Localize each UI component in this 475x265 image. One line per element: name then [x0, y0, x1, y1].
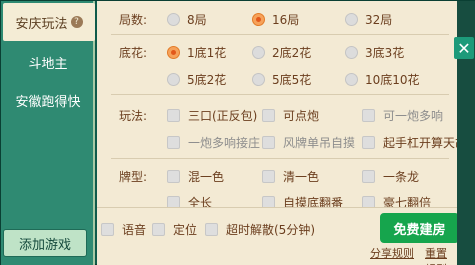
location-toggle[interactable]: 定位 — [152, 221, 197, 238]
base-option-10[interactable]: 10底10花 — [345, 71, 420, 88]
base-option-label: 10底10花 — [365, 73, 420, 87]
hand-option-label: 混一色 — [188, 170, 225, 184]
reset-rules-link[interactable]: 重置规则 — [425, 245, 457, 265]
radio-icon — [167, 73, 180, 86]
divider — [111, 94, 449, 95]
round-option-label: 8局 — [187, 13, 207, 27]
share-rules-link[interactable]: 分享规则 — [370, 245, 414, 261]
base-option-2[interactable]: 2底2花 — [252, 44, 311, 61]
rule-option-tianhu[interactable]: 起手杠开算天胡 — [362, 134, 457, 151]
rule-option-label: 可点炮 — [283, 109, 320, 123]
rule-option-label: 风牌单吊自摸 — [283, 136, 356, 150]
radio-icon — [167, 13, 180, 26]
settings-panel: 局数: 8局 16局 32局 底花: 1底1花 2底2花 3底3花 5底2花 5… — [97, 1, 457, 265]
radio-icon — [345, 13, 358, 26]
base-label: 底花: — [119, 46, 148, 60]
radio-icon — [345, 73, 358, 86]
help-icon[interactable]: ? — [70, 16, 83, 28]
radio-icon — [252, 73, 265, 86]
radio-selected-icon — [167, 46, 180, 59]
tab-anqing[interactable]: 安庆玩法 ? — [3, 3, 95, 41]
rules-label: 玩法: — [119, 109, 148, 123]
round-option-8[interactable]: 8局 — [167, 11, 207, 28]
divider — [111, 158, 449, 159]
checkbox-icon — [262, 109, 275, 122]
checkbox-icon — [262, 170, 275, 183]
rule-option-yipaoduoxiang[interactable]: 可一炮多响 — [362, 107, 443, 124]
checkbox-icon — [362, 136, 375, 149]
checkbox-icon — [152, 223, 165, 236]
create-room-dialog: 安庆玩法 ? 斗地主 安徽跑得快 添加游戏 局数: 8局 16局 32局 底花:… — [0, 0, 475, 265]
close-icon[interactable]: ✕ — [454, 37, 474, 59]
base-option-3[interactable]: 3底3花 — [345, 44, 404, 61]
rule-option-sankou[interactable]: 三口(正反包) — [167, 107, 257, 124]
hand-option-label: 清一色 — [283, 170, 320, 184]
bottom-bar: 语音 定位 超时解散(5分钟) 免费建房 分享规则 重置规则 — [97, 207, 457, 265]
checkbox-icon — [167, 170, 180, 183]
tab-anqing-label: 安庆玩法 — [15, 16, 68, 32]
checkbox-icon — [362, 170, 375, 183]
base-option-1[interactable]: 1底1花 — [167, 44, 226, 61]
base-option-label: 5底5花 — [272, 73, 312, 87]
round-option-label: 32局 — [365, 13, 393, 27]
rule-option-label: 起手杠开算天胡 — [383, 136, 457, 150]
base-option-5-5[interactable]: 5底5花 — [252, 71, 311, 88]
rule-option-label: 三口(正反包) — [188, 109, 258, 123]
base-option-5-2[interactable]: 5底2花 — [167, 71, 226, 88]
checkbox-icon — [167, 109, 180, 122]
base-option-label: 1底1花 — [187, 46, 227, 60]
checkbox-icon — [167, 136, 180, 149]
round-option-32[interactable]: 32局 — [345, 11, 392, 28]
timeout-dissolve-toggle[interactable]: 超时解散(5分钟) — [205, 221, 315, 238]
base-option-label: 2底2花 — [272, 46, 312, 60]
tab-doudizhu[interactable]: 斗地主 — [1, 43, 95, 81]
add-game-button[interactable]: 添加游戏 — [3, 229, 87, 257]
rule-option-label: 可一炮多响 — [383, 109, 444, 123]
rule-option-dianpao[interactable]: 可点炮 — [262, 107, 319, 124]
hand-option-label: 一条龙 — [383, 170, 420, 184]
rule-option-jiezhuang[interactable]: 一炮多响接庄 — [167, 134, 260, 151]
tab-anhui-paodekuai[interactable]: 安徽跑得快 — [1, 81, 95, 119]
checkbox-icon — [362, 109, 375, 122]
divider — [111, 34, 449, 35]
radio-icon — [252, 46, 265, 59]
base-option-label: 3底3花 — [365, 46, 405, 60]
game-type-sidebar: 安庆玩法 ? 斗地主 安徽跑得快 添加游戏 — [1, 1, 95, 265]
checkbox-icon — [101, 223, 114, 236]
free-create-room-button[interactable]: 免费建房 — [380, 213, 457, 243]
rule-option-label: 一炮多响接庄 — [188, 136, 261, 150]
base-option-label: 5底2花 — [187, 73, 227, 87]
round-option-16[interactable]: 16局 — [252, 11, 299, 28]
radio-selected-icon — [252, 13, 265, 26]
timeout-label: 超时解散(5分钟) — [226, 223, 315, 237]
round-option-label: 16局 — [272, 13, 300, 27]
voice-label: 语音 — [122, 223, 147, 237]
rule-option-fengpai[interactable]: 风牌单吊自摸 — [262, 134, 355, 151]
hand-option-yitiaolong[interactable]: 一条龙 — [362, 168, 419, 185]
hand-option-qingyise[interactable]: 清一色 — [262, 168, 319, 185]
checkbox-icon — [205, 223, 218, 236]
rounds-label: 局数: — [119, 13, 148, 27]
radio-icon — [345, 46, 358, 59]
hands-label: 牌型: — [119, 170, 148, 184]
checkbox-icon — [262, 136, 275, 149]
hand-option-hunyise[interactable]: 混一色 — [167, 168, 224, 185]
location-label: 定位 — [173, 223, 198, 237]
voice-toggle[interactable]: 语音 — [101, 221, 146, 238]
